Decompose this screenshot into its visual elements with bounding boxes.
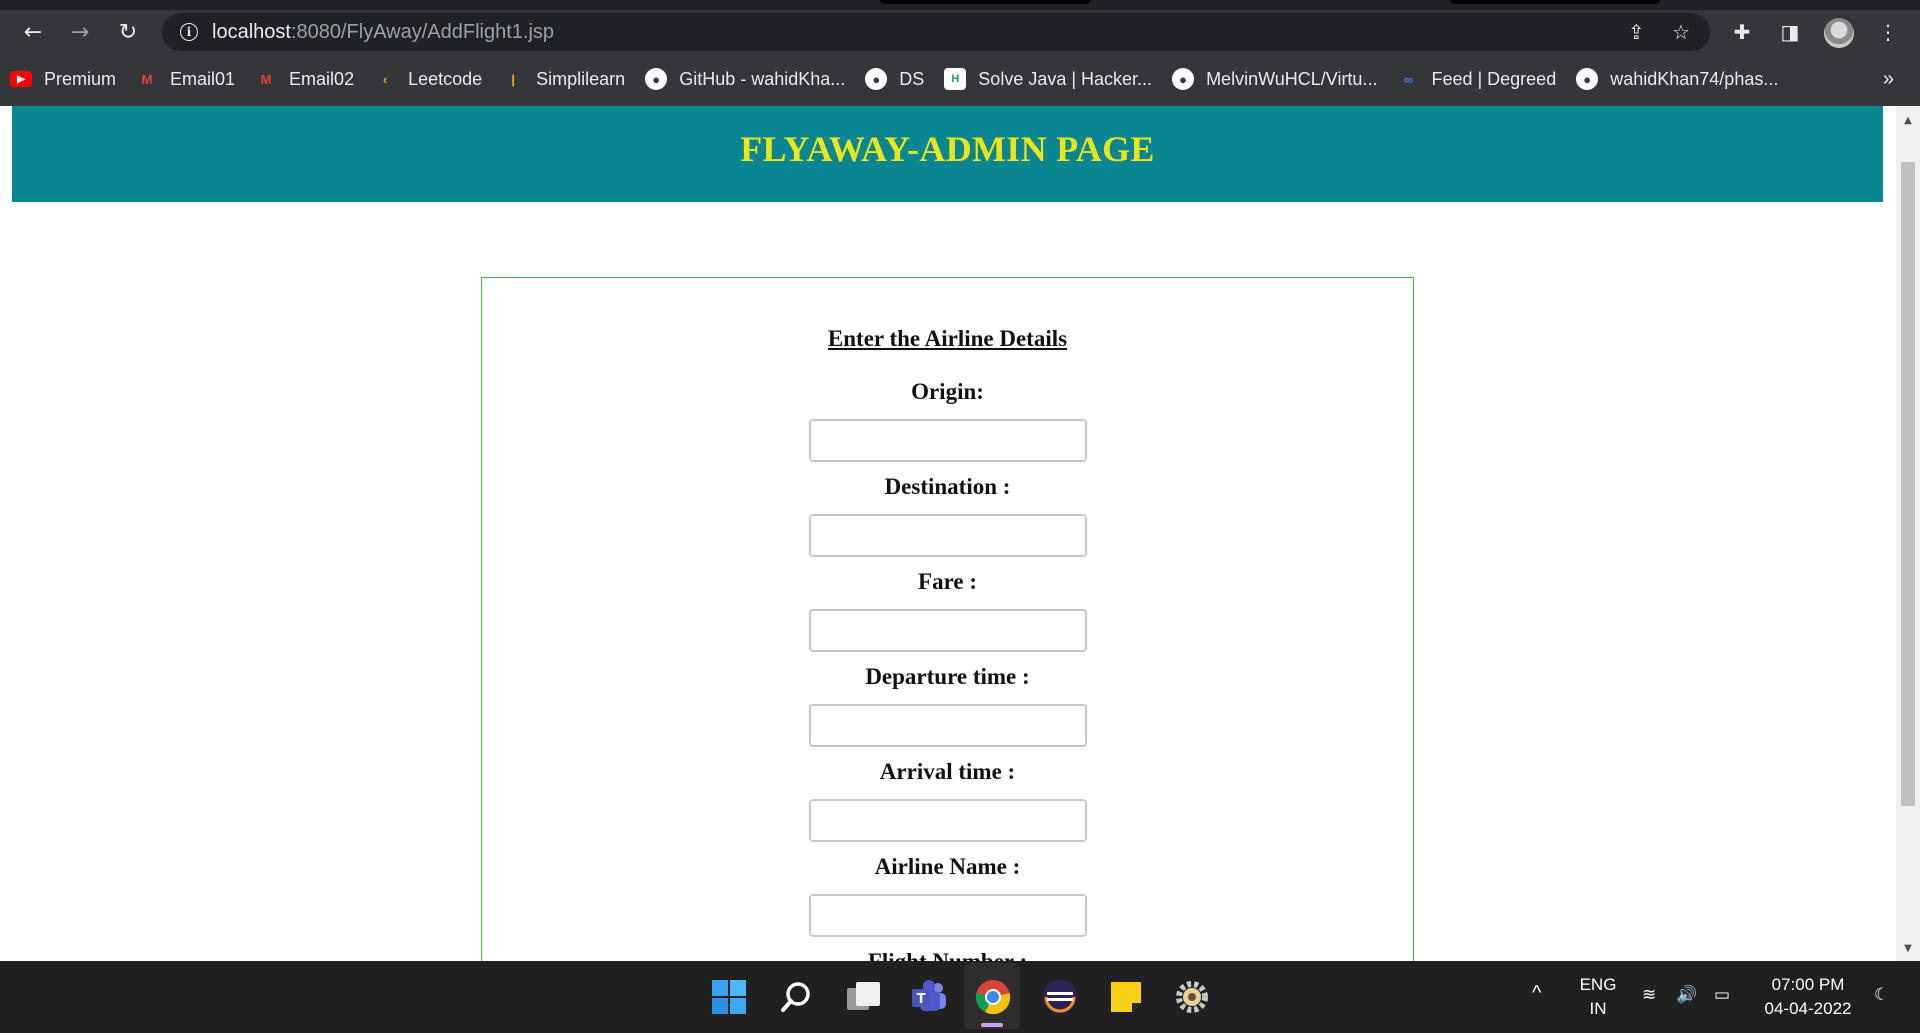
task-view-icon[interactable] (841, 975, 885, 1019)
extensions-icon[interactable]: ✚ (1726, 16, 1758, 48)
field-label: Airline Name : (874, 854, 1021, 879)
bookmark-item[interactable]: | Simplilearn (492, 64, 635, 94)
bookmark-label: Email02 (289, 68, 355, 89)
teams-icon[interactable]: T (907, 975, 951, 1019)
bookmark-item[interactable]: ● GitHub - wahidKha... (635, 64, 855, 94)
back-icon[interactable]: ← (17, 16, 49, 48)
clock[interactable]: 07:00 PM 04-04-2022 (1756, 973, 1860, 1021)
field-label: Flight Number : (482, 949, 1413, 961)
form-title: Enter the Airline Details (827, 326, 1068, 351)
browser-toolbar: ← → ↻ i localhost:8080/FlyAway/AddFlight… (0, 10, 1920, 54)
field-label: Departure time : (865, 664, 1030, 689)
bookmark-item[interactable]: ● MelvinWuHCL/Virtu... (1162, 64, 1387, 94)
profile-avatar[interactable] (1824, 18, 1854, 48)
field-label: Arrival time : (879, 759, 1016, 784)
bookmark-label: Solve Java | Hacker... (978, 68, 1153, 89)
eclipse-icon[interactable] (1038, 975, 1082, 1019)
bookmark-item[interactable]: M Email02 (245, 64, 364, 94)
field-label: Origin: (911, 379, 984, 404)
bookmark-item[interactable]: ● DS (855, 64, 934, 94)
field-input[interactable] (809, 419, 1087, 462)
show-hidden-icons[interactable]: ^ (1532, 981, 1541, 1005)
field-label: Destination : (884, 474, 1011, 499)
gmail-icon: M (260, 71, 272, 87)
language-indicator[interactable]: ENG IN (1576, 973, 1620, 1021)
github-icon: ● (865, 68, 888, 90)
field-input[interactable] (809, 704, 1087, 747)
bookmark-label: GitHub - wahidKha... (679, 68, 846, 89)
reload-icon[interactable]: ↻ (112, 16, 144, 48)
bookmark-label: Feed | Degreed (1431, 68, 1557, 89)
simplilearn-icon: | (511, 71, 515, 87)
hackerrank-icon: H (944, 68, 967, 90)
tab-strip (0, 0, 1920, 10)
wifi-icon[interactable]: ≋ (1642, 983, 1656, 1007)
bookmarks-bar: ▶ Premium M Email01 M Email02 ‹ Leetcode | Simpli… (0, 60, 1920, 98)
page-title: FLYAWAY-ADMIN PAGE (740, 129, 1155, 169)
bookmark-label: Premium (44, 68, 117, 89)
sticky-notes-icon[interactable] (1104, 975, 1148, 1019)
bookmark-item[interactable]: ‹ Leetcode (364, 64, 492, 94)
bookmark-item[interactable]: M Email01 (126, 64, 245, 94)
github-icon: ● (645, 68, 668, 90)
leetcode-icon: ‹ (382, 71, 388, 87)
windows-taskbar: T ^ ENG IN ≋ 🔊 ▭ 07:00 PM 04-04-2022 ☾ (0, 961, 1920, 1033)
bookmark-label: MelvinWuHCL/Virtu... (1206, 68, 1378, 89)
bookmark-label: Leetcode (408, 68, 483, 89)
bookmark-item[interactable]: ∞ Feed | Degreed (1387, 64, 1566, 94)
degreed-icon: ∞ (1403, 71, 1414, 87)
bookmark-item[interactable]: ● wahidKhan74/phas... (1566, 64, 1788, 94)
github-icon: ● (1172, 68, 1195, 90)
windows-start-icon[interactable] (707, 975, 751, 1019)
admin-header: FLYAWAY-ADMIN PAGE (12, 106, 1883, 202)
bookmark-label: DS (899, 68, 925, 89)
volume-icon[interactable]: 🔊 (1676, 983, 1697, 1007)
notifications-icon[interactable]: ☾ (1874, 983, 1889, 1007)
page-viewport: FLYAWAY-ADMIN PAGE Enter the Airline Det… (0, 106, 1896, 961)
settings-icon[interactable] (1170, 975, 1214, 1019)
url-text[interactable]: localhost:8080/FlyAway/AddFlight1.jsp (212, 21, 554, 44)
share-icon[interactable]: ⇪ (1628, 13, 1645, 51)
page-scrollbar[interactable]: ▲ ▼ (1896, 106, 1920, 961)
scroll-thumb[interactable] (1901, 162, 1915, 806)
site-info-icon[interactable]: i (180, 23, 198, 41)
field-input[interactable] (809, 514, 1087, 557)
address-bar[interactable]: i localhost:8080/FlyAway/AddFlight1.jsp … (162, 13, 1710, 51)
bookmark-label: Simplilearn (536, 68, 626, 89)
search-icon[interactable] (774, 975, 818, 1019)
field-input[interactable] (809, 609, 1087, 652)
menu-kebab-icon[interactable]: ⋮ (1872, 16, 1904, 48)
bookmark-item[interactable]: H Solve Java | Hacker... (934, 64, 1162, 94)
battery-icon[interactable]: ▭ (1714, 983, 1730, 1007)
tab-edge[interactable] (880, 0, 1090, 4)
scroll-up-icon[interactable]: ▲ (1896, 110, 1920, 130)
bookmark-item[interactable]: ▶ Premium (0, 64, 126, 94)
bookmarks-overflow-icon[interactable]: » (1883, 60, 1894, 98)
field-label: Fare : (918, 569, 977, 594)
side-panel-icon[interactable]: ◨ (1774, 16, 1806, 48)
youtube-icon: ▶ (10, 71, 32, 87)
field-input[interactable] (809, 894, 1087, 937)
airline-details-form: Enter the Airline Details Origin: Destina… (481, 277, 1414, 961)
svg-text:T: T (917, 992, 926, 1007)
field-input[interactable] (809, 799, 1087, 842)
tab-edge[interactable] (1450, 0, 1660, 4)
chrome-icon[interactable] (971, 975, 1015, 1019)
browser-chrome: ← → ↻ i localhost:8080/FlyAway/AddFlight… (0, 0, 1920, 106)
scroll-down-icon[interactable]: ▼ (1896, 938, 1920, 958)
bookmark-label: Email01 (170, 68, 236, 89)
github-icon: ● (1576, 68, 1599, 90)
bookmark-label: wahidKhan74/phas... (1610, 68, 1779, 89)
gmail-icon: M (141, 71, 153, 87)
active-app-indicator (981, 1023, 1003, 1027)
forward-icon[interactable]: → (64, 16, 96, 48)
bookmark-star-icon[interactable]: ☆ (1672, 13, 1690, 51)
